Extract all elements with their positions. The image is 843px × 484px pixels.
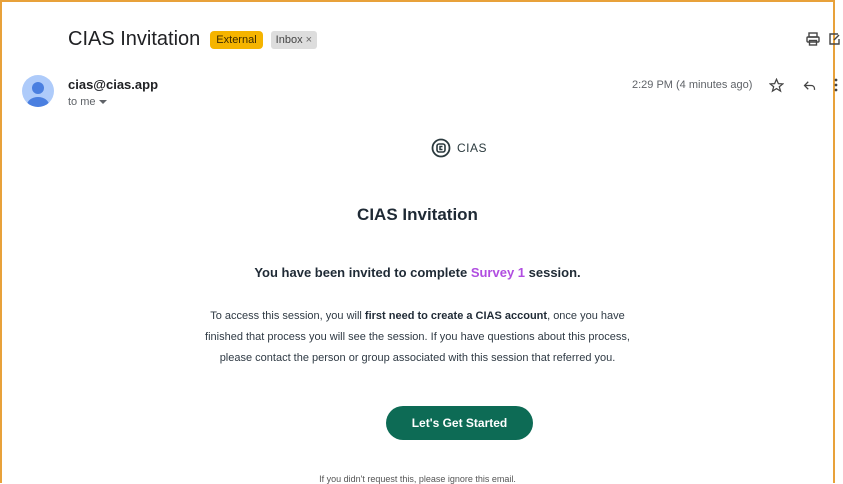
email-body-title: CIAS Invitation [357, 205, 478, 224]
external-label[interactable]: External [210, 30, 263, 49]
inbox-label[interactable]: Inbox × [270, 30, 318, 49]
invite-prefix: You have been invited to complete [254, 265, 471, 280]
email-subject: CIAS Invitation [68, 28, 201, 50]
instructions-paragraph: To access this session, you will first n… [200, 306, 635, 369]
sender-avatar[interactable] [22, 75, 54, 107]
recipient-details-toggle[interactable]: to me [68, 96, 107, 108]
invite-suffix: session. [525, 265, 581, 280]
default-avatar-icon [27, 82, 49, 107]
email-timestamp: 2:29 PM (4 minutes ago) [632, 79, 753, 91]
chevron-down-icon [98, 100, 107, 104]
inbox-label-text: Inbox [275, 33, 303, 46]
invitation-message: You have been invited to complete Survey… [0, 265, 835, 280]
session-name: Survey 1 [470, 265, 526, 280]
para-bold: first need to create a CIAS account [364, 310, 548, 322]
star-icon[interactable] [767, 76, 785, 94]
get-started-button[interactable]: Let's Get Started [386, 406, 533, 440]
remove-label-button[interactable]: × [306, 33, 312, 47]
cias-logo: CIAS [431, 138, 487, 158]
brand-name: CIAS [457, 141, 488, 155]
subject-row: CIAS Invitation External Inbox × [68, 28, 318, 51]
sender-address[interactable]: cias@cias.app [68, 77, 158, 92]
reply-icon[interactable] [800, 76, 818, 94]
more-vertical-icon[interactable] [832, 76, 840, 94]
open-in-new-window-icon[interactable] [828, 30, 840, 48]
cias-logo-icon [431, 138, 451, 158]
recipient-text: to me [68, 96, 96, 108]
print-icon[interactable] [804, 30, 822, 48]
para-part1: To access this session, you will [210, 310, 365, 322]
